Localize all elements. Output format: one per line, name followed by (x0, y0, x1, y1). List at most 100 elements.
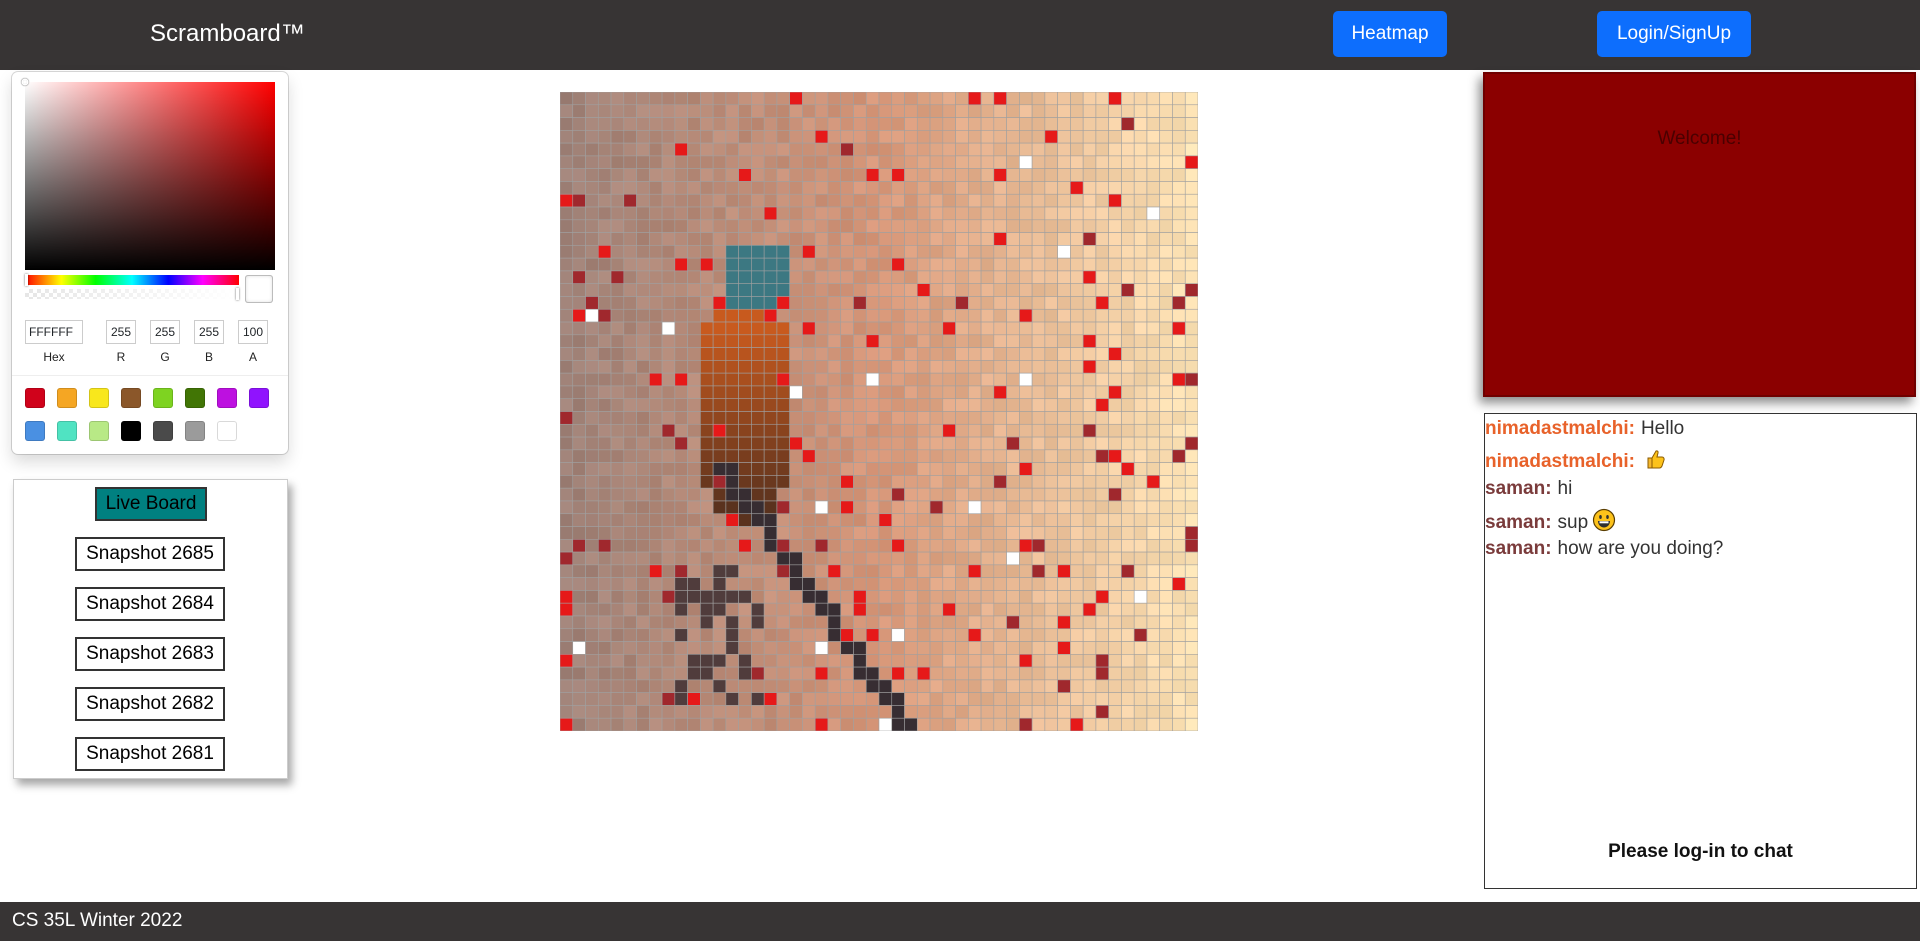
board-pixel[interactable] (712, 475, 727, 489)
board-pixel[interactable] (916, 717, 931, 731)
board-pixel[interactable] (1133, 296, 1148, 310)
board-pixel[interactable] (853, 590, 867, 604)
board-pixel[interactable] (1070, 130, 1084, 144)
board-pixel[interactable] (1070, 692, 1084, 706)
board-pixel[interactable] (1006, 206, 1020, 221)
board-pixel[interactable] (789, 181, 803, 195)
board-pixel[interactable] (853, 487, 867, 502)
board-pixel[interactable] (1108, 654, 1122, 668)
board-pixel[interactable] (585, 692, 599, 706)
board-pixel[interactable] (980, 475, 995, 489)
board-pixel[interactable] (585, 526, 599, 540)
board-pixel[interactable] (1006, 398, 1020, 412)
board-pixel[interactable] (776, 130, 790, 144)
board-pixel[interactable] (776, 104, 790, 118)
board-pixel[interactable] (560, 705, 574, 719)
board-pixel[interactable] (929, 551, 944, 566)
board-pixel[interactable] (1095, 590, 1109, 604)
board-pixel[interactable] (1057, 717, 1071, 731)
board-pixel[interactable] (955, 462, 969, 476)
board-pixel[interactable] (1121, 551, 1135, 566)
board-pixel[interactable] (763, 411, 778, 425)
board-pixel[interactable] (993, 692, 1007, 706)
board-pixel[interactable] (712, 654, 727, 668)
board-pixel[interactable] (700, 104, 714, 118)
board-pixel[interactable] (687, 602, 701, 617)
board-pixel[interactable] (789, 245, 803, 259)
board-pixel[interactable] (814, 168, 829, 182)
board-pixel[interactable] (661, 232, 676, 246)
board-pixel[interactable] (802, 577, 816, 591)
board-pixel[interactable] (802, 717, 816, 731)
board-pixel[interactable] (661, 436, 676, 451)
board-pixel[interactable] (1019, 104, 1033, 118)
board-pixel[interactable] (572, 142, 586, 157)
board-pixel[interactable] (1070, 449, 1084, 463)
board-pixel[interactable] (840, 449, 854, 463)
board-pixel[interactable] (904, 513, 918, 527)
board-pixel[interactable] (623, 475, 637, 489)
board-pixel[interactable] (712, 308, 727, 323)
board-pixel[interactable] (1184, 487, 1198, 502)
board-pixel[interactable] (1082, 666, 1097, 681)
board-pixel[interactable] (1044, 270, 1058, 284)
board-pixel[interactable] (814, 334, 829, 348)
board-pixel[interactable] (674, 475, 688, 489)
board-pixel[interactable] (687, 513, 701, 527)
board-pixel[interactable] (1108, 717, 1122, 731)
board-pixel[interactable] (789, 475, 803, 489)
board-pixel[interactable] (636, 321, 650, 336)
board-pixel[interactable] (878, 181, 893, 195)
board-pixel[interactable] (1044, 602, 1058, 617)
board-pixel[interactable] (725, 130, 739, 144)
board-pixel[interactable] (1146, 232, 1161, 246)
board-pixel[interactable] (1019, 283, 1033, 297)
board-pixel[interactable] (1057, 423, 1071, 438)
board-pixel[interactable] (853, 347, 867, 361)
board-pixel[interactable] (1044, 296, 1058, 310)
board-pixel[interactable] (1108, 142, 1122, 157)
board-pixel[interactable] (853, 245, 867, 259)
board-pixel[interactable] (623, 92, 637, 106)
board-pixel[interactable] (916, 168, 931, 182)
board-pixel[interactable] (1146, 462, 1161, 476)
board-pixel[interactable] (687, 590, 701, 604)
board-pixel[interactable] (597, 193, 612, 208)
board-pixel[interactable] (751, 206, 765, 221)
board-pixel[interactable] (738, 679, 752, 693)
board-pixel[interactable] (929, 398, 944, 412)
board-pixel[interactable] (904, 462, 918, 476)
board-pixel[interactable] (993, 615, 1007, 630)
board-pixel[interactable] (687, 500, 701, 515)
board-pixel[interactable] (1095, 155, 1109, 169)
board-pixel[interactable] (560, 232, 574, 246)
board-pixel[interactable] (585, 270, 599, 284)
board-pixel[interactable] (814, 411, 829, 425)
board-pixel[interactable] (1121, 245, 1135, 259)
board-pixel[interactable] (840, 602, 854, 617)
board-pixel[interactable] (1133, 130, 1148, 144)
board-pixel[interactable] (610, 283, 625, 297)
board-pixel[interactable] (712, 385, 727, 400)
board-pixel[interactable] (955, 641, 969, 655)
board-pixel[interactable] (1031, 296, 1046, 310)
board-pixel[interactable] (1082, 181, 1097, 195)
board-pixel[interactable] (649, 423, 663, 438)
board-pixel[interactable] (955, 538, 969, 553)
board-pixel[interactable] (1070, 590, 1084, 604)
board-pixel[interactable] (776, 372, 790, 387)
board-pixel[interactable] (687, 347, 701, 361)
board-pixel[interactable] (636, 577, 650, 591)
board-pixel[interactable] (929, 360, 944, 374)
board-pixel[interactable] (763, 232, 778, 246)
board-pixel[interactable] (572, 577, 586, 591)
board-pixel[interactable] (700, 666, 714, 681)
board-pixel[interactable] (865, 206, 880, 221)
board-pixel[interactable] (661, 142, 676, 157)
board-pixel[interactable] (763, 526, 778, 540)
board-pixel[interactable] (1146, 436, 1161, 451)
board-pixel[interactable] (776, 423, 790, 438)
board-pixel[interactable] (993, 92, 1007, 106)
board-pixel[interactable] (1006, 360, 1020, 374)
board-pixel[interactable] (623, 628, 637, 642)
